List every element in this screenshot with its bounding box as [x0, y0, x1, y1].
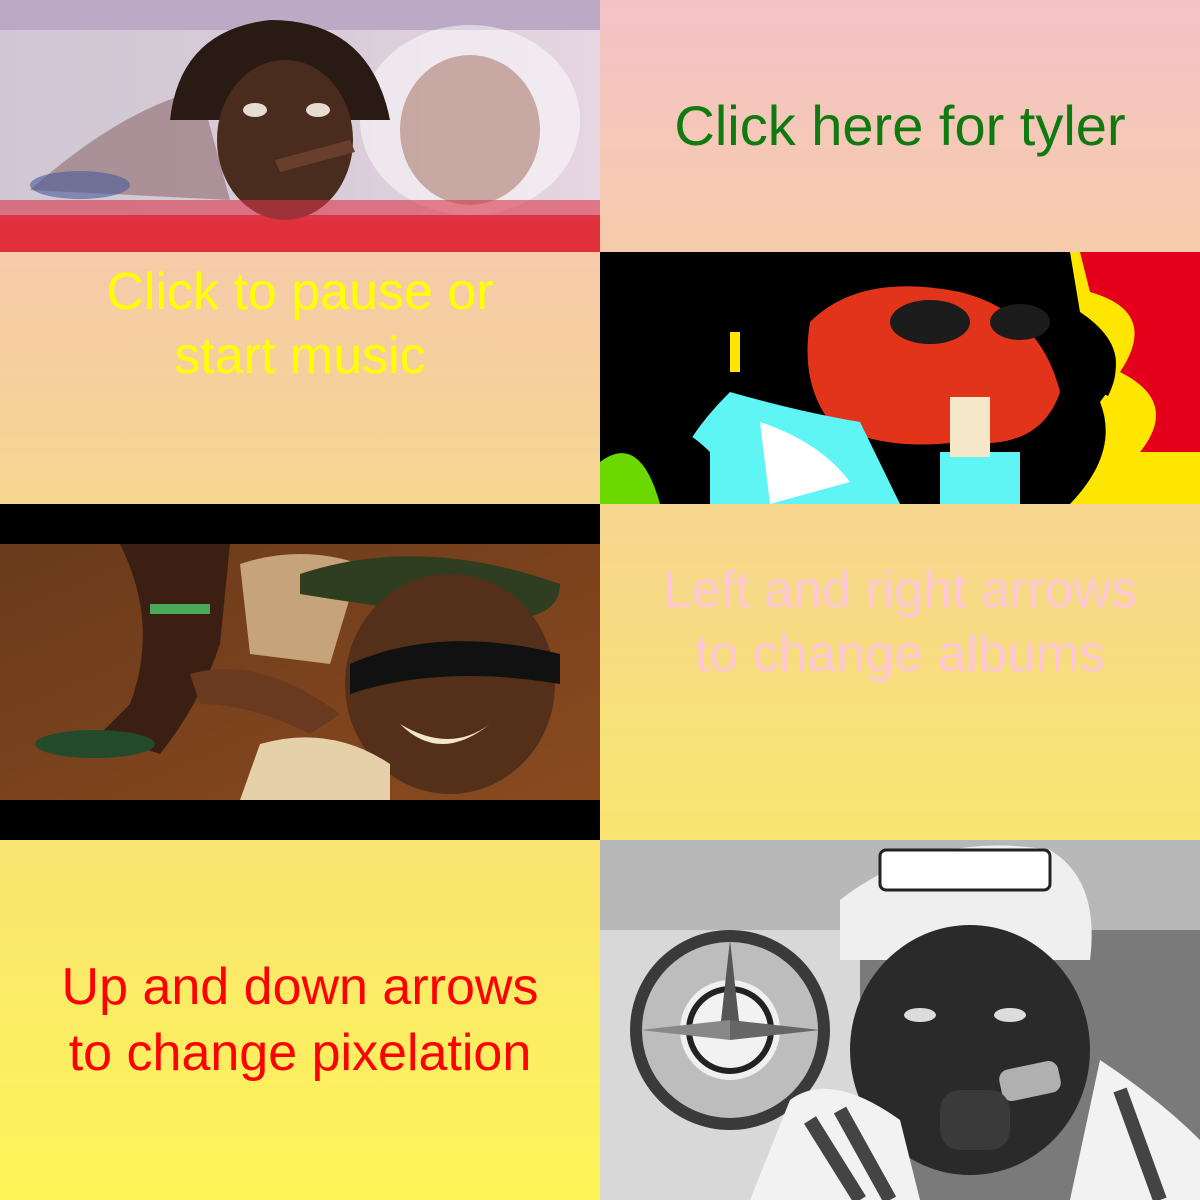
album-photo-left-middle[interactable]: [0, 504, 600, 840]
tyler-link-panel[interactable]: Click here for tyler: [600, 0, 1200, 252]
music-toggle-text[interactable]: Click to pause or start music: [106, 260, 493, 388]
tyler-link-text[interactable]: Click here for tyler: [674, 96, 1125, 156]
albums-instructions-text: Left and right arrows to change albums: [662, 561, 1138, 683]
pixelation-instructions-text: Up and down arrows to change pixelation: [61, 958, 539, 1082]
album-photo-bottom-right[interactable]: [600, 840, 1200, 1200]
album-photo-middle-right[interactable]: [600, 252, 1200, 504]
music-toggle-panel[interactable]: Click to pause or start music: [0, 252, 600, 504]
albums-instructions-panel: Left and right arrows to change albums: [600, 504, 1200, 840]
pixelation-instructions-panel: Up and down arrows to change pixelation: [0, 840, 600, 1200]
album-photo-top-left[interactable]: [0, 0, 600, 252]
